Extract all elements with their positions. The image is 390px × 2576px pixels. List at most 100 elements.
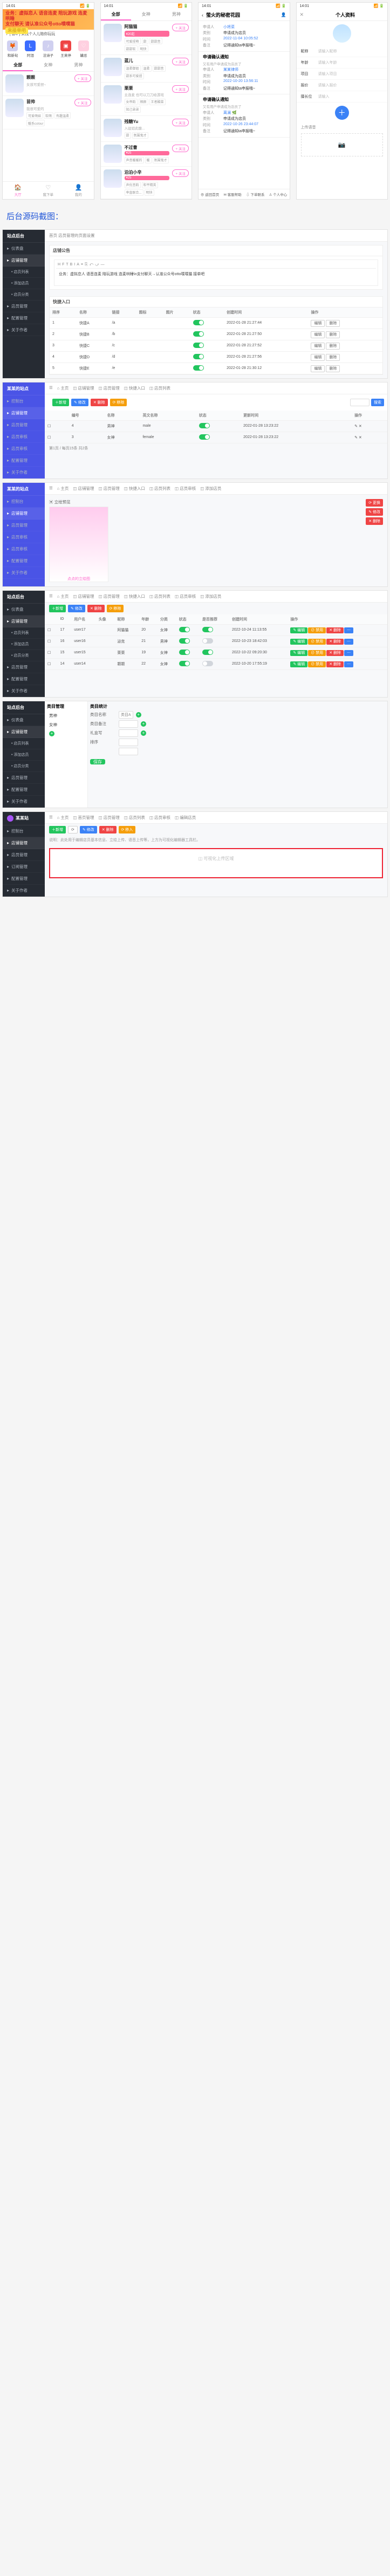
row-action[interactable]: ⋯ — [344, 650, 353, 656]
row-action[interactable]: ⊘ 禁用 — [308, 661, 326, 667]
row-action[interactable]: ✎ 编辑 — [290, 639, 307, 645]
tab[interactable]: ◫ 快捷入口 — [124, 385, 145, 391]
text-input[interactable]: 请输入昵称 — [318, 49, 384, 54]
row-action[interactable]: ✎ 编辑 — [290, 661, 307, 667]
sidebar-item[interactable]: ▸ 关于作者 — [3, 885, 45, 897]
toggle-switch[interactable] — [202, 650, 213, 655]
sidebar-subitem[interactable]: • 店员分类 — [3, 289, 45, 300]
tab[interactable]: 男神 — [161, 9, 191, 21]
tab[interactable]: ◫ 店员审核 — [175, 593, 196, 599]
user-card[interactable]: 残糖Yu入驻如此酸...甜氛围鬼才+ 关注 — [101, 116, 192, 142]
toolbar-button[interactable]: ✎ 修改 — [71, 399, 88, 406]
checkbox[interactable]: ☐ — [45, 432, 69, 443]
follow-button[interactable]: + 关注 — [172, 169, 189, 177]
footer-link[interactable]: ⊕ 返回首页 — [199, 189, 221, 199]
quick-link[interactable]: 🦊和新旬 — [7, 40, 18, 58]
sidebar-subitem[interactable]: • 添加店员 — [3, 639, 45, 650]
row-action[interactable]: 删除 — [326, 354, 340, 361]
user-icon[interactable]: 👤 — [281, 12, 286, 17]
text-input[interactable]: 请输入年龄 — [318, 60, 384, 65]
sidebar-item[interactable]: ▸ 配置管理 — [3, 555, 45, 567]
follow-button[interactable]: + 关注 — [74, 74, 91, 82]
preview-action[interactable]: ✎ 修改 — [366, 508, 383, 516]
tab[interactable]: 女神 — [33, 60, 63, 71]
sidebar-item[interactable]: ▸ 关于作者 — [3, 467, 45, 479]
row-action[interactable]: ⊘ 禁用 — [308, 627, 326, 633]
toolbar-button[interactable]: ✎ 修改 — [68, 605, 85, 612]
sidebar-subitem[interactable]: • 店员分类 — [3, 761, 45, 772]
tab[interactable]: ◫ 店员列表 — [124, 815, 145, 821]
bottom-nav-item[interactable]: 🏠大厅 — [3, 182, 33, 199]
sidebar-item[interactable]: ▸ 配置管理 — [3, 455, 45, 467]
applicant-name[interactable]: 小将菜 — [223, 24, 235, 30]
tab[interactable]: ◫ 首页管理 — [73, 815, 94, 821]
tab[interactable]: ⌂ 主页 — [57, 815, 69, 821]
sidebar-item[interactable]: ▸ 仪表盘 — [3, 243, 45, 255]
row-action[interactable]: ⊘ 禁用 — [308, 639, 326, 645]
tab[interactable]: ◫ 店员管理 — [99, 385, 120, 391]
upload-image-box[interactable]: 📷 — [301, 133, 384, 156]
toggle-switch[interactable] — [193, 354, 204, 359]
sidebar-item[interactable]: ▸ 店员管理 — [3, 772, 45, 784]
row-action[interactable]: 编辑 — [311, 354, 325, 361]
tab[interactable]: ◫ 编辑店员 — [175, 815, 196, 821]
sidebar-item[interactable]: ▸ 店员审核 — [3, 531, 45, 543]
user-card[interactable]: 阿猫猫¥20起可爱捏萌甜甜甜音甜甜软明快+ 关注 — [101, 21, 192, 55]
editor-tool[interactable]: ≡ — [81, 263, 83, 267]
sidebar-item[interactable]: ▸ 店员管理 — [3, 419, 45, 431]
tab[interactable]: ◫ 店员列表 — [149, 385, 170, 391]
row-action[interactable]: ✎ ✕ — [352, 432, 387, 443]
sidebar-item[interactable]: ▸ 店铺管理 — [3, 616, 45, 627]
text-input[interactable]: 类目A — [119, 711, 133, 719]
sidebar-item[interactable]: ▸ 店员审核 — [3, 431, 45, 443]
sidebar-item[interactable]: ▸ 配置管理 — [3, 312, 45, 324]
tab[interactable]: 女神 — [131, 9, 161, 21]
row-action[interactable]: ✎ 编辑 — [290, 650, 307, 656]
toggle-switch[interactable] — [193, 331, 204, 337]
sidebar-item[interactable]: ▸ 订阅管理 — [3, 861, 45, 873]
sidebar-item[interactable]: ▸ 店员管理 — [3, 661, 45, 673]
toolbar-button[interactable]: ⟳ 移除 — [110, 399, 127, 406]
toggle-switch[interactable] — [202, 627, 213, 632]
checkbox[interactable]: ☐ — [45, 658, 58, 669]
tab[interactable]: ◫ 店员列表 — [149, 593, 170, 599]
editor-tool[interactable]: B — [70, 263, 73, 267]
toggle-switch[interactable] — [193, 365, 204, 371]
search-input[interactable] — [350, 399, 370, 406]
tab[interactable]: 全部 — [101, 9, 131, 21]
sidebar-item[interactable]: ▸ 控制台 — [3, 496, 45, 508]
editor-tool[interactable]: T — [66, 263, 68, 267]
category-node[interactable]: 女神 — [47, 720, 85, 729]
tab[interactable]: 男神 — [63, 60, 93, 71]
tab[interactable]: ◫ 店铺管理 — [73, 593, 94, 599]
row-action[interactable]: 编辑 — [311, 343, 325, 350]
tab[interactable]: ◫ 店员审核 — [175, 486, 196, 491]
row-action[interactable]: ⋯ — [344, 661, 353, 667]
text-input[interactable]: 请输入项目 — [318, 71, 384, 77]
menu-toggle-icon[interactable]: ☰ — [49, 385, 53, 391]
row-action[interactable]: 删除 — [326, 331, 340, 338]
close-icon[interactable]: ✕ — [300, 12, 304, 18]
back-icon[interactable]: ‹ — [202, 12, 203, 18]
row-action[interactable]: ✎ ✕ — [352, 420, 387, 432]
tab[interactable]: ◫ 店铺管理 — [73, 486, 94, 491]
wysiwyg-editor[interactable]: HFTBIA≡⎘⤺⤻— 业务：虚拟恋人 语音连麦 陪玩游戏 连麦哄睡\n支付聊天… — [54, 259, 378, 286]
sidebar-item[interactable]: ▸ 店铺管理 — [3, 407, 45, 419]
row-action[interactable]: ⋯ — [344, 639, 353, 645]
wysiwyg-content[interactable]: 业务：虚拟恋人 语音连麦 陪玩游戏 连麦哄睡\n支付聊天→认准公众号otto噗噗… — [56, 269, 376, 284]
sidebar-item[interactable]: ▸ 店员管理 — [3, 849, 45, 861]
quick-link[interactable]: ▣王来停 — [60, 40, 71, 58]
editor-tool[interactable]: I — [74, 263, 75, 267]
toolbar-button[interactable]: ＋新增 — [49, 605, 66, 612]
editor-tool[interactable]: A — [77, 263, 79, 267]
toggle-switch[interactable] — [179, 650, 190, 655]
quick-link[interactable]: L阿泪 — [25, 40, 36, 58]
sidebar-item[interactable]: ▸ 关于作者 — [3, 796, 45, 808]
sidebar-subitem[interactable]: • 添加店员 — [3, 749, 45, 761]
follow-button[interactable]: + 关注 — [172, 145, 189, 152]
user-card[interactable]: 不过曹¥25声音暖暖的暖氛围鬼才+ 关注 — [101, 142, 192, 167]
tab[interactable]: ◫ 店员管理 — [99, 486, 120, 491]
text-input[interactable] — [119, 748, 138, 755]
toggle-switch[interactable] — [202, 638, 213, 644]
preview-action[interactable]: ⟳ 更换 — [366, 499, 383, 507]
